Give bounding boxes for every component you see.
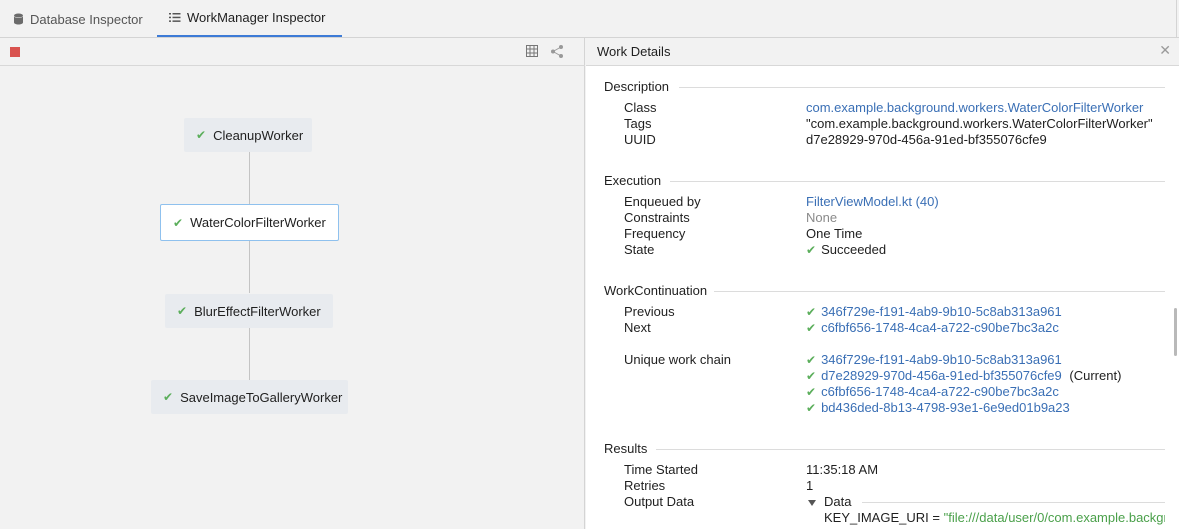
divider xyxy=(714,291,1165,292)
class-label: Class xyxy=(624,100,657,115)
graph-node-cleanup-worker[interactable]: ✔ CleanupWorker xyxy=(184,118,312,152)
constraints-label: Constraints xyxy=(624,210,690,225)
check-icon: ✔ xyxy=(806,369,817,383)
uuid-value: d7e28929-970d-456a-91ed-bf355076cfe9 xyxy=(806,132,1047,147)
check-icon: ✔ xyxy=(806,353,817,367)
close-icon[interactable]: ✕ xyxy=(1159,42,1171,59)
tags-value: "com.example.background.workers.WaterCol… xyxy=(806,116,1153,131)
chain-item: ✔ d7e28929-970d-456a-91ed-bf355076cfe9 (C… xyxy=(806,368,1121,384)
graph-node-save-image-to-gallery-worker[interactable]: ✔ SaveImageToGalleryWorker xyxy=(151,380,348,414)
work-details-pane: Work Details ✕ Description Class com.exa… xyxy=(586,38,1179,529)
section-heading-execution: Execution xyxy=(604,173,662,188)
current-marker: (Current) xyxy=(1069,368,1122,383)
output-data-label: Output Data xyxy=(624,494,695,509)
frequency-value: One Time xyxy=(806,226,863,241)
divider xyxy=(862,502,1165,503)
expand-triangle-icon[interactable] xyxy=(808,499,816,506)
state-text: Succeeded xyxy=(821,242,887,257)
node-label: CleanupWorker xyxy=(213,127,304,143)
state-label: State xyxy=(624,242,655,257)
graph-node-watercolor-filter-worker[interactable]: ✔ WaterColorFilterWorker xyxy=(160,204,339,241)
tab-label: WorkManager Inspector xyxy=(187,10,326,25)
previous-label: Previous xyxy=(624,304,675,319)
check-icon: ✔ xyxy=(806,321,817,335)
previous-value: ✔ 346f729e-f191-4ab9-9b10-5c8ab313a961 xyxy=(806,304,1062,320)
tags-label: Tags xyxy=(624,116,652,131)
retries-label: Retries xyxy=(624,478,666,493)
retries-value: 1 xyxy=(806,478,814,493)
data-tree-node[interactable]: Data xyxy=(808,494,851,510)
work-graph: ✔ CleanupWorker ✔ WaterColorFilterWorker… xyxy=(0,66,585,529)
tab-database-inspector[interactable]: Database Inspector xyxy=(0,0,155,38)
section-heading-description: Description xyxy=(604,79,670,94)
uuid-label: UUID xyxy=(624,132,656,147)
data-value: "file:///data/user/0/com.example.backgro xyxy=(943,510,1165,525)
next-label: Next xyxy=(624,320,651,335)
chain-item: ✔ 346f729e-f191-4ab9-9b10-5c8ab313a961 xyxy=(806,352,1062,368)
previous-link[interactable]: 346f729e-f191-4ab9-9b10-5c8ab313a961 xyxy=(821,304,1062,319)
check-icon: ✔ xyxy=(806,243,817,257)
chain-link[interactable]: c6fbf656-1748-4ca4-a722-c90be7bc3a2c xyxy=(821,384,1059,399)
enqueued-by-link[interactable]: FilterViewModel.kt (40) xyxy=(806,194,939,210)
unique-work-chain-label: Unique work chain xyxy=(624,352,731,367)
frequency-label: Frequency xyxy=(624,226,686,241)
section-heading-work-continuation: WorkContinuation xyxy=(604,283,708,298)
work-graph-pane: ✔ CleanupWorker ✔ WaterColorFilterWorker… xyxy=(0,38,585,529)
constraints-value: None xyxy=(806,210,838,225)
chain-link[interactable]: bd436ded-8b13-4798-93e1-6e9ed01b9a23 xyxy=(821,400,1070,415)
section-heading-results: Results xyxy=(604,441,648,456)
stop-icon[interactable] xyxy=(10,47,20,57)
check-icon: ✔ xyxy=(163,390,174,404)
graph-edge xyxy=(249,328,250,380)
time-started-value: 11:35:18 AM xyxy=(806,462,879,477)
data-label: Data xyxy=(824,494,852,509)
graph-toolbar xyxy=(0,38,585,66)
state-value: ✔ Succeeded xyxy=(806,242,886,258)
tab-workmanager-inspector[interactable]: WorkManager Inspector xyxy=(157,0,342,37)
chain-item: ✔ c6fbf656-1748-4ca4-a722-c90be7bc3a2c xyxy=(806,384,1059,400)
chain-link[interactable]: 346f729e-f191-4ab9-9b10-5c8ab313a961 xyxy=(821,352,1062,367)
graph-edge xyxy=(249,152,250,204)
data-entry: KEY_IMAGE_URI = "file:///data/user/0/com… xyxy=(824,510,1165,526)
work-details-title: Work Details xyxy=(597,44,671,59)
node-label: SaveImageToGalleryWorker xyxy=(180,389,343,405)
time-started-label: Time Started xyxy=(624,462,698,477)
list-icon xyxy=(169,12,181,24)
chain-item: ✔ bd436ded-8b13-4798-93e1-6e9ed01b9a23 xyxy=(806,400,1070,416)
tab-label: Database Inspector xyxy=(30,11,143,27)
check-icon: ✔ xyxy=(806,305,817,319)
graph-icon[interactable] xyxy=(550,44,564,58)
graph-node-blur-effect-filter-worker[interactable]: ✔ BlurEffectFilterWorker xyxy=(165,294,333,328)
divider xyxy=(679,87,1165,88)
table-icon[interactable] xyxy=(525,44,539,58)
check-icon: ✔ xyxy=(173,215,184,230)
check-icon: ✔ xyxy=(196,128,207,142)
check-icon: ✔ xyxy=(806,401,817,415)
enqueued-by-label: Enqueued by xyxy=(624,194,701,209)
graph-edge xyxy=(249,241,250,293)
node-label: BlurEffectFilterWorker xyxy=(194,303,321,319)
check-icon: ✔ xyxy=(806,385,817,399)
work-details-header: Work Details ✕ xyxy=(586,38,1179,66)
database-icon xyxy=(12,13,24,25)
check-icon: ✔ xyxy=(177,304,188,318)
tab-bar: Database Inspector WorkManager Inspector xyxy=(0,0,1179,38)
node-label: WaterColorFilterWorker xyxy=(190,215,326,230)
divider xyxy=(1176,0,1177,38)
next-link[interactable]: c6fbf656-1748-4ca4-a722-c90be7bc3a2c xyxy=(821,320,1059,335)
class-link[interactable]: com.example.background.workers.WaterColo… xyxy=(806,100,1143,116)
data-equals: = xyxy=(928,510,944,525)
next-value: ✔ c6fbf656-1748-4ca4-a722-c90be7bc3a2c xyxy=(806,320,1059,336)
data-key: KEY_IMAGE_URI xyxy=(824,510,929,525)
chain-link[interactable]: d7e28929-970d-456a-91ed-bf355076cfe9 xyxy=(821,368,1062,383)
divider xyxy=(670,181,1165,182)
divider xyxy=(656,449,1165,450)
scrollbar[interactable] xyxy=(1174,308,1177,356)
